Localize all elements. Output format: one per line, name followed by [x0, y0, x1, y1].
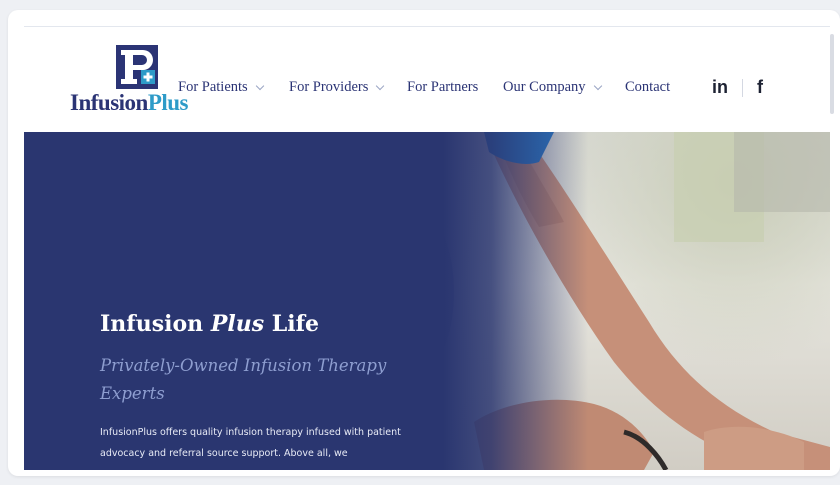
hero-title-end: Life: [264, 311, 320, 337]
nav-item-label: For Patients: [178, 79, 248, 95]
linkedin-icon[interactable]: in: [712, 77, 728, 98]
hero-title-emphasis: Plus: [210, 311, 265, 337]
nav-item-label: For Partners: [407, 79, 479, 95]
hero-title-start: Infusion: [100, 311, 211, 337]
logo-wordmark: InfusionPlus: [70, 90, 189, 115]
nav-item-for-partners[interactable]: For Partners: [407, 79, 503, 96]
browser-frame: InfusionPlus For Patients For Providers …: [8, 10, 840, 476]
chevron-down-icon: [255, 81, 264, 91]
nav-item-for-patients[interactable]: For Patients: [178, 79, 289, 96]
chevron-down-icon: [376, 81, 385, 91]
nav-item-contact[interactable]: Contact: [625, 79, 670, 96]
nav-item-label: Contact: [625, 79, 671, 95]
nav-item-for-providers[interactable]: For Providers: [289, 79, 407, 96]
social-divider: [742, 78, 743, 97]
hero-section: Infusion Plus Life Privately-Owned Infus…: [24, 132, 830, 470]
nav-item-label: For Providers: [289, 79, 369, 95]
logo-mark-icon: [116, 45, 158, 89]
chevron-down-icon: [593, 81, 602, 91]
hero-subtitle: Privately-Owned Infusion Therapy Experts: [100, 356, 387, 403]
scrollbar[interactable]: [830, 34, 834, 114]
web-page: InfusionPlus For Patients For Providers …: [24, 26, 830, 470]
hero-description: InfusionPlus offers quality infusion the…: [100, 427, 401, 459]
social-links: in f: [712, 77, 763, 98]
logo-text-infusion: Infusion: [70, 90, 148, 115]
hero-content: Infusion Plus Life Privately-Owned Infus…: [100, 310, 440, 464]
main-nav: For Patients For Providers For Partners …: [178, 79, 670, 96]
nav-item-our-company[interactable]: Our Company: [503, 79, 625, 96]
nav-item-label: Our Company: [503, 79, 586, 95]
hero-title: Infusion Plus Life: [100, 310, 440, 338]
facebook-icon[interactable]: f: [757, 77, 763, 98]
site-header: InfusionPlus For Patients For Providers …: [24, 26, 830, 133]
